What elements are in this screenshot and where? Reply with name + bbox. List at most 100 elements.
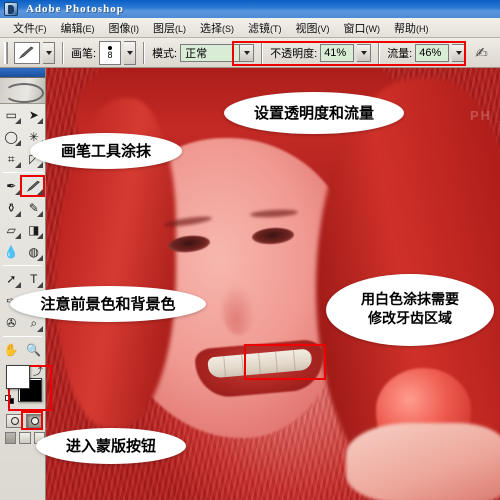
brush-picker-dropdown[interactable] bbox=[124, 40, 137, 65]
chevron-down-icon bbox=[455, 50, 462, 55]
tool-brush[interactable] bbox=[23, 175, 46, 197]
hand bbox=[346, 423, 500, 500]
menu-item-filter[interactable]: 滤镜(T) bbox=[241, 18, 289, 38]
reset-colors-icon[interactable] bbox=[5, 395, 15, 405]
toolbox-banner-icon bbox=[0, 78, 45, 104]
tool-zoom[interactable]: 🔍 bbox=[23, 339, 46, 361]
tool-crop[interactable]: ⌗ bbox=[0, 148, 23, 170]
brush-tool-icon bbox=[26, 180, 40, 192]
toolbox: ▭ ➤ ◯ ✳ ⌗ ◸ ✒ ⚱ ✎ ▱ ◨ 💧 ◍ ➚ T ✇ ⌕ ✋ 🔍 ⤴ bbox=[0, 68, 52, 500]
tool-eraser[interactable]: ▱ bbox=[0, 219, 23, 241]
tool-type[interactable]: T bbox=[23, 268, 46, 290]
flow-value: 46% bbox=[419, 46, 442, 59]
menu-item-image[interactable]: 图像(I) bbox=[102, 18, 147, 38]
menu-item-file[interactable]: 文件(F) bbox=[6, 18, 54, 38]
menu-item-layer[interactable]: 图层(L) bbox=[146, 18, 193, 38]
toolbox-divider bbox=[3, 265, 42, 266]
menu-label: 编辑 bbox=[60, 22, 83, 35]
tool-clone-stamp[interactable]: ⚱ bbox=[0, 197, 23, 219]
tool-preset-dropdown[interactable] bbox=[43, 41, 55, 64]
flow-label: 流量: bbox=[387, 47, 413, 60]
tool-move[interactable]: ➤ bbox=[23, 104, 46, 126]
callout-fg-bg-color: 注意前景色和背景色 bbox=[10, 286, 206, 322]
color-swatches: ⤴ bbox=[5, 363, 52, 411]
airbrush-icon[interactable]: ✍ bbox=[475, 44, 488, 62]
toolbox-title-bar[interactable] bbox=[0, 68, 45, 78]
toolbox-divider bbox=[3, 336, 42, 337]
menu-item-help[interactable]: 帮助(H) bbox=[387, 18, 436, 38]
watermark-text: PH bbox=[469, 108, 492, 123]
menu-mnemonic: (E) bbox=[82, 23, 95, 34]
tool-path-selection[interactable]: ➚ bbox=[0, 268, 23, 290]
menu-mnemonic: (T) bbox=[270, 23, 282, 34]
brush-dot-icon bbox=[108, 45, 113, 50]
callout-line: 设置透明度和流量 bbox=[253, 103, 374, 122]
opacity-slider-button[interactable] bbox=[357, 43, 372, 62]
chevron-down-icon bbox=[360, 50, 367, 55]
flow-input[interactable]: 46% bbox=[415, 43, 450, 62]
swap-colors-icon[interactable]: ⤴ bbox=[33, 363, 43, 378]
opacity-input[interactable]: 41% bbox=[320, 43, 355, 62]
standard-mode-icon bbox=[10, 417, 19, 425]
callout-line: 注意前景色和背景色 bbox=[40, 294, 176, 313]
options-separator bbox=[143, 41, 146, 64]
blend-mode-value: 正常 bbox=[185, 47, 208, 60]
menu-item-edit[interactable]: 编辑(E) bbox=[54, 18, 102, 38]
callout-line: 用白色涂抹需要 bbox=[361, 292, 459, 309]
callout-enter-mask: 进入蒙版按钮 bbox=[36, 428, 186, 464]
tool-marquee[interactable]: ▭ bbox=[0, 104, 23, 126]
toolbox-divider bbox=[3, 172, 42, 173]
options-separator bbox=[378, 41, 381, 64]
quick-mask-mode-button[interactable] bbox=[26, 414, 43, 428]
options-separator bbox=[261, 41, 264, 64]
tool-hand[interactable]: ✋ bbox=[0, 339, 23, 361]
callout-line: 修改牙齿区域 bbox=[368, 311, 452, 327]
photoshop-window: Adobe Photoshop 文件(F) 编辑(E) 图像(I) 图层(L) … bbox=[0, 0, 500, 500]
tool-blur[interactable]: 💧 bbox=[0, 241, 23, 263]
quick-mask-mode-icon bbox=[30, 417, 39, 425]
flow-slider-button[interactable] bbox=[452, 43, 467, 62]
menu-item-window[interactable]: 窗口(W) bbox=[337, 18, 388, 38]
menu-label: 图层 bbox=[153, 22, 175, 35]
teeth-selection-box bbox=[244, 344, 326, 380]
menu-item-select[interactable]: 选择(S) bbox=[193, 18, 241, 38]
brush-label: 画笔: bbox=[71, 47, 97, 60]
menu-label: 视图 bbox=[295, 22, 318, 35]
menu-mnemonic: (W) bbox=[365, 23, 381, 34]
standard-mode-button[interactable] bbox=[6, 414, 23, 428]
nose bbox=[222, 283, 256, 335]
options-bar-grip[interactable] bbox=[4, 41, 8, 64]
full-screen-menubar-mode-button[interactable] bbox=[19, 432, 31, 444]
current-tool-icon[interactable] bbox=[14, 41, 40, 64]
menu-mnemonic: (V) bbox=[317, 23, 330, 34]
menu-item-view[interactable]: 视图(V) bbox=[289, 18, 337, 38]
menu-label: 文件 bbox=[13, 22, 35, 35]
tool-notes[interactable]: ✇ bbox=[0, 312, 23, 334]
tool-gradient[interactable]: ◨ bbox=[23, 219, 46, 241]
blend-mode-select[interactable]: 正常 bbox=[180, 43, 255, 62]
callout-line: 画笔工具涂抹 bbox=[60, 141, 151, 160]
menu-mnemonic: (S) bbox=[222, 23, 234, 34]
mode-label: 模式: bbox=[152, 47, 178, 60]
menu-mnemonic: (F) bbox=[35, 23, 47, 34]
tool-dodge[interactable]: ◍ bbox=[23, 241, 46, 263]
foreground-color-swatch[interactable] bbox=[6, 365, 30, 389]
brush-size-value: 8 bbox=[107, 49, 113, 60]
chevron-down-icon bbox=[239, 44, 254, 61]
menu-label: 帮助 bbox=[394, 22, 416, 35]
tool-history-brush[interactable]: ✎ bbox=[23, 197, 46, 219]
menu-label: 图像 bbox=[108, 22, 131, 35]
callout-opacity-flow: 设置透明度和流量 bbox=[224, 92, 404, 134]
brush-preview[interactable]: 8 bbox=[99, 40, 122, 65]
standard-screen-mode-button[interactable] bbox=[5, 432, 17, 444]
callout-line: 进入蒙版按钮 bbox=[65, 436, 156, 455]
tool-lasso[interactable]: ◯ bbox=[0, 126, 23, 148]
menu-label: 滤镜 bbox=[248, 22, 270, 35]
callout-brush-tool: 画笔工具涂抹 bbox=[30, 133, 182, 169]
menu-mnemonic: (H) bbox=[416, 23, 429, 34]
tool-healing-brush[interactable]: ✒ bbox=[0, 175, 23, 197]
window-title: Adobe Photoshop bbox=[26, 3, 124, 15]
options-bar: 画笔: 8 模式: 正常 不透明度: 41% 流量: 46% ✍ bbox=[0, 38, 500, 68]
menu-label: 选择 bbox=[200, 22, 222, 35]
photoshop-logo-icon bbox=[4, 2, 18, 16]
